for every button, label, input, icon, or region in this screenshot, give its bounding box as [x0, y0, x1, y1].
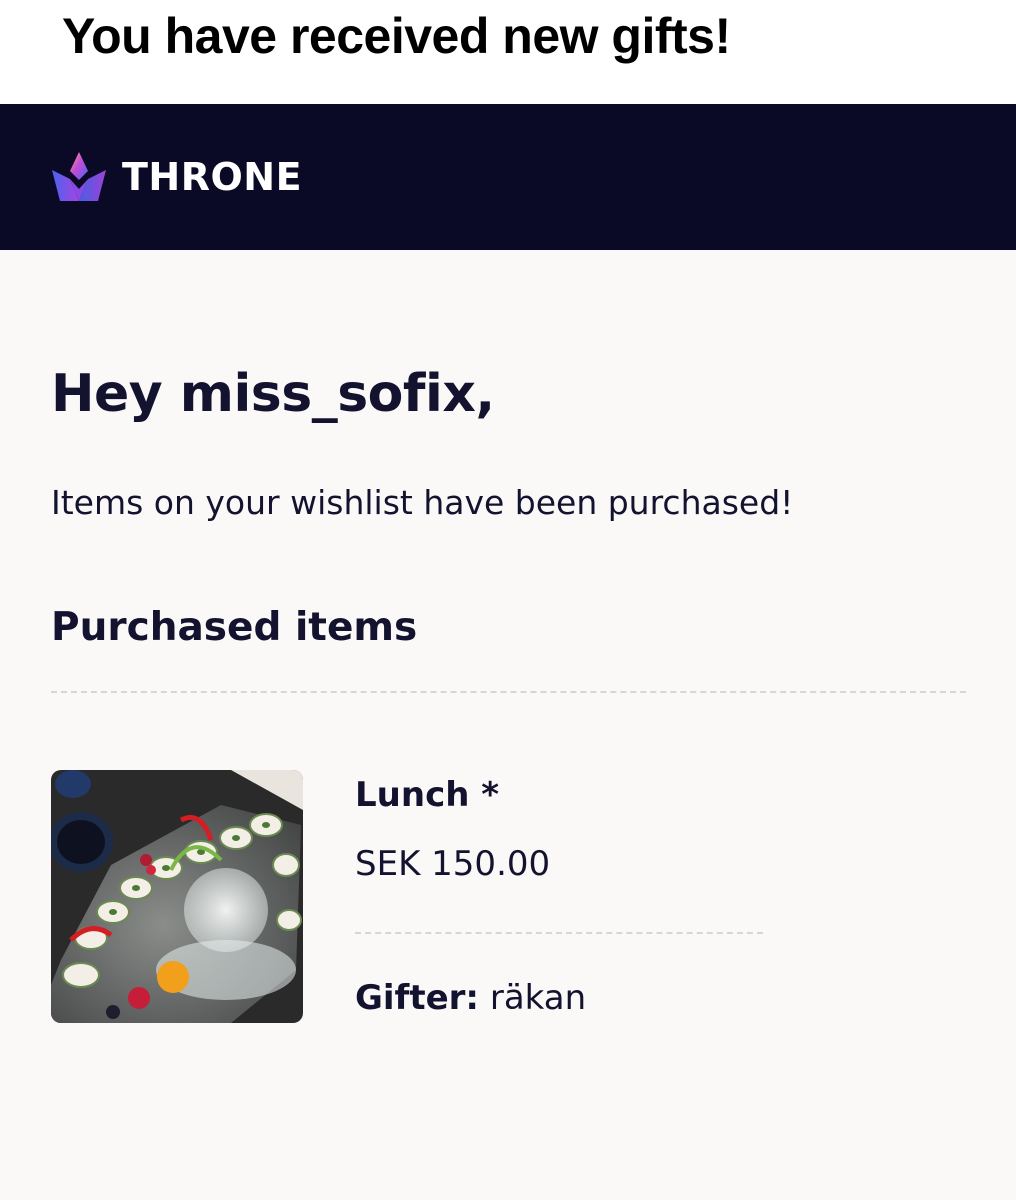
item-divider	[355, 932, 763, 934]
brand-name[interactable]: THRONE	[122, 155, 302, 199]
screenshot-caption: You have received new gifts!	[0, 0, 1016, 104]
sushi-platter-image[interactable]	[51, 770, 303, 1023]
item-name[interactable]: Lunch *	[355, 775, 499, 815]
crown-icon	[52, 152, 106, 201]
item-price: SEK 150.00	[355, 844, 551, 884]
intro-text: Items on your wishlist have been purchas…	[51, 483, 794, 522]
purchased-items-heading: Purchased items	[51, 605, 418, 650]
section-divider	[51, 691, 966, 693]
greeting-heading: Hey miss_sofix,	[51, 364, 495, 424]
caption-text: You have received new gifts!	[62, 8, 731, 64]
gifter-row: Gifter: räkan	[355, 978, 586, 1018]
gifter-label: Gifter:	[355, 978, 480, 1018]
gifter-name: räkan	[489, 978, 587, 1018]
email-body: Hey miss_sofix, Items on your wishlist h…	[0, 250, 1016, 1200]
email-header: THRONE	[0, 104, 1016, 250]
